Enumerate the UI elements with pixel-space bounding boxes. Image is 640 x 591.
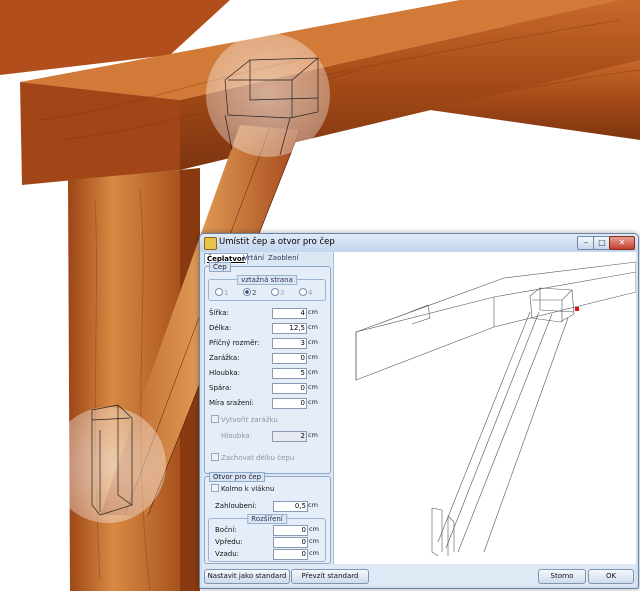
joint-highlight-bottom — [50, 407, 166, 523]
zarazka-hloubka-input[interactable]: 2 — [272, 431, 307, 442]
checkbox-label: Vytvořit zarážku — [221, 416, 278, 424]
unit-label: cm — [309, 525, 319, 533]
unit-label: cm — [308, 353, 318, 361]
take-standard-button[interactable]: Převzít standard — [291, 569, 369, 584]
field-vpredu: Vpředu: 0 cm — [215, 537, 323, 548]
field-hloubka: Hloubka: 5 cm — [209, 368, 325, 379]
unit-label: cm — [308, 383, 318, 391]
field-sirka: Šířka: 4 cm — [209, 308, 325, 319]
side-radio-label: 4 — [308, 289, 313, 297]
field-pricny-rozmer: Příčný rozměr: 3 cm — [209, 338, 325, 349]
side-radio-4[interactable]: 4 — [299, 288, 312, 297]
reference-side-group: vztažná strana 1 2 3 4 — [208, 275, 326, 301]
field-label: Hloubka: — [209, 369, 240, 377]
app-icon — [204, 237, 217, 250]
unit-label: cm — [308, 323, 318, 331]
side-radio-3[interactable]: 3 — [271, 288, 284, 297]
field-label: Příčný rozměr: — [209, 339, 260, 347]
checkbox-label: Zachovat délku čepu — [221, 454, 295, 462]
field-label: Zahloubení: — [215, 502, 257, 510]
cep-group-title: Čep — [209, 262, 231, 272]
radio-icon — [271, 288, 279, 296]
kolmo-checkbox[interactable]: Kolmo k vláknu — [211, 484, 274, 493]
bocni-input[interactable]: 0 — [273, 525, 308, 536]
main-beam-front — [20, 82, 180, 185]
field-mira-srazeni: Míra sražení: 0 cm — [209, 398, 325, 409]
pricny-rozmer-input[interactable]: 3 — [272, 338, 307, 349]
field-delka: Délka: 12,5 cm — [209, 323, 325, 334]
wireframe-preview — [355, 261, 636, 557]
field-label: Šířka: — [209, 309, 229, 317]
unit-label: cm — [308, 308, 318, 316]
radio-icon — [215, 288, 223, 296]
side-radio-label: 2 — [252, 289, 257, 297]
field-spara: Spára: 0 cm — [209, 383, 325, 394]
dialog-button-bar: Nastavit jako standard Převzít standard … — [202, 566, 635, 586]
zahloubeni-input[interactable]: 0,5 — [273, 501, 308, 512]
ok-button[interactable]: OK — [588, 569, 634, 584]
field-label: Zarážka: — [209, 354, 240, 362]
unit-label: cm — [309, 537, 319, 545]
unit-label: cm — [308, 398, 318, 406]
sirka-input[interactable]: 4 — [272, 308, 307, 319]
unit-label: cm — [308, 338, 318, 346]
radio-selected-icon — [243, 288, 251, 296]
vpredu-input[interactable]: 0 — [273, 537, 308, 548]
preview-viewport[interactable] — [333, 252, 636, 564]
zachovat-delku-checkbox[interactable]: Zachovat délku čepu — [211, 453, 294, 462]
dialog-client: Čeplatvor Vrtání Zaoblení Čep vztažná st… — [202, 252, 636, 586]
mira-srazeni-input[interactable]: 0 — [272, 398, 307, 409]
vytvorit-zarazku-checkbox[interactable]: Vytvořit zarážku — [211, 415, 278, 424]
side-radio-1[interactable]: 1 — [215, 288, 228, 297]
field-label: Délka: — [209, 324, 232, 332]
field-zarazka: Zarážka: 0 cm — [209, 353, 325, 364]
set-as-standard-button[interactable]: Nastavit jako standard — [204, 569, 290, 584]
selection-marker — [575, 307, 579, 311]
side-radio-label: 1 — [224, 289, 229, 297]
field-label: Míra sražení: — [209, 399, 254, 407]
field-label: Hloubka: — [221, 432, 252, 440]
unit-label: cm — [308, 501, 318, 509]
checkbox-icon — [211, 415, 219, 423]
settings-panel: Čeplatvor Vrtání Zaoblení Čep vztažná st… — [202, 252, 332, 564]
cep-group: Čep vztažná strana 1 2 3 4 Šířka: 4 cm D… — [204, 262, 331, 474]
field-bocni: Boční: 0 cm — [215, 525, 323, 536]
checkbox-label: Kolmo k vláknu — [221, 485, 275, 493]
dialog-titlebar[interactable]: Umístit čep a otvor pro čep – □ ✕ — [200, 234, 638, 252]
field-zarazka-hloubka: Hloubka: 2 cm — [221, 431, 325, 442]
vzadu-input[interactable]: 0 — [273, 549, 308, 560]
field-zahloubeni: Zahloubení: 0,5 cm — [215, 501, 325, 512]
otvor-group: Otvor pro čep Kolmo k vláknu Zahloubení:… — [204, 472, 331, 564]
otvor-group-title: Otvor pro čep — [209, 472, 266, 482]
unit-label: cm — [308, 368, 318, 376]
checkbox-icon — [211, 453, 219, 461]
cancel-button[interactable]: Storno — [538, 569, 586, 584]
unit-label: cm — [308, 431, 318, 439]
place-tenon-dialog: Umístit čep a otvor pro čep – □ ✕ Čeplat… — [199, 233, 639, 589]
radio-icon — [299, 288, 307, 296]
field-label: Spára: — [209, 384, 232, 392]
field-label: Vpředu: — [215, 538, 243, 546]
side-radio-label: 3 — [280, 289, 285, 297]
spara-input[interactable]: 0 — [272, 383, 307, 394]
reference-side-title: vztažná strana — [237, 275, 297, 285]
zarazka-input[interactable]: 0 — [272, 353, 307, 364]
dialog-title: Umístit čep a otvor pro čep — [219, 237, 335, 247]
side-radio-2[interactable]: 2 — [243, 288, 256, 297]
checkbox-icon — [211, 484, 219, 492]
rozsireni-title: Rozšíření — [247, 514, 287, 524]
field-label: Vzadu: — [215, 550, 239, 558]
field-vzadu: Vzadu: 0 cm — [215, 549, 323, 560]
tab-zaobleni[interactable]: Zaoblení — [266, 253, 300, 263]
unit-label: cm — [309, 549, 319, 557]
tab-vrtani[interactable]: Vrtání — [241, 253, 266, 263]
field-label: Boční: — [215, 526, 237, 534]
rozsireni-group: Rozšíření Boční: 0 cm Vpředu: 0 cm Vzadu… — [208, 514, 326, 562]
joint-highlight-top — [206, 33, 330, 157]
hloubka-input[interactable]: 5 — [272, 368, 307, 379]
close-button[interactable]: ✕ — [609, 236, 635, 250]
delka-input[interactable]: 12,5 — [272, 323, 307, 334]
